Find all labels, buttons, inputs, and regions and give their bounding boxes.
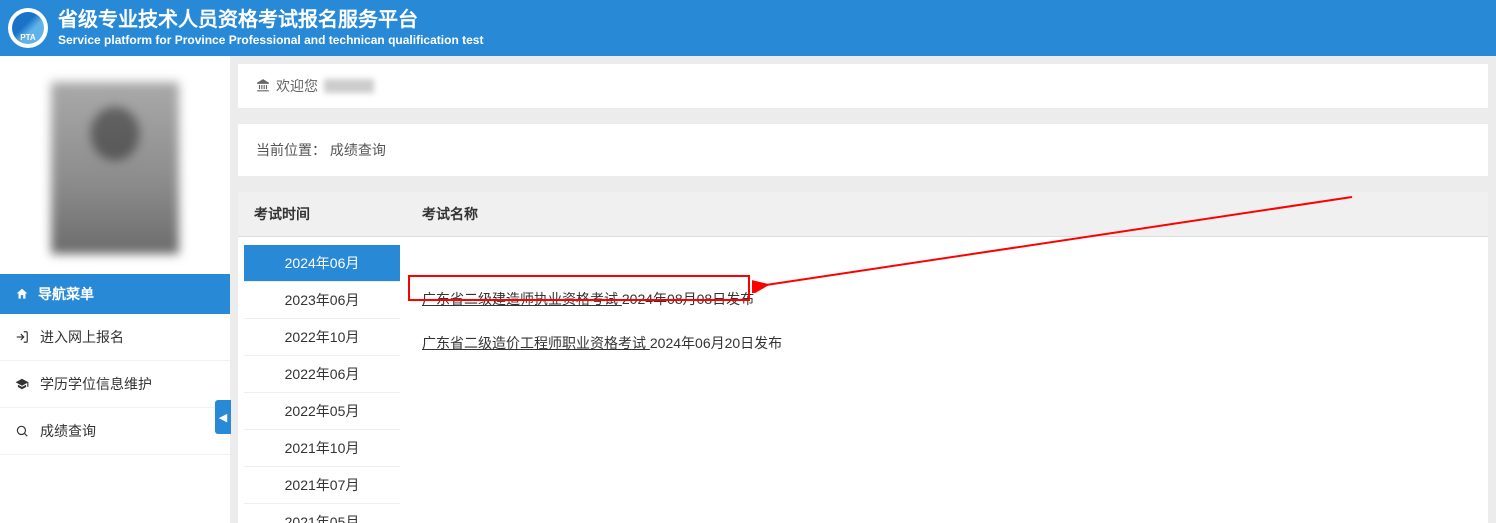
search-icon [14, 424, 30, 438]
sidebar-collapse-toggle[interactable]: ◀ [215, 400, 231, 434]
exam-row: 广东省二级建造师执业资格考试 2024年08月08日发布 [422, 283, 1472, 327]
exam-publish-date: 2024年08月08日发布 [622, 291, 754, 307]
time-item[interactable]: 2021年07月 [244, 467, 400, 504]
avatar [51, 82, 179, 254]
welcome-prefix: 欢迎您 [276, 76, 318, 96]
table-head: 考试时间 考试名称 [238, 192, 1488, 237]
home-icon [14, 287, 30, 301]
main-content: 欢迎您 当前位置： 成绩查询 考试时间 考试名称 2024年06月2023年06… [230, 56, 1496, 523]
time-item[interactable]: 2022年05月 [244, 393, 400, 430]
exam-list: 广东省二级建造师执业资格考试 2024年08月08日发布广东省二级造价工程师职业… [406, 237, 1488, 523]
time-item[interactable]: 2021年10月 [244, 430, 400, 467]
time-item[interactable]: 2022年10月 [244, 319, 400, 356]
exam-link[interactable]: 广东省二级建造师执业资格考试 [422, 291, 622, 307]
sidebar: 导航菜单 进入网上报名 学历学位信息维护 成绩查询 [0, 56, 230, 523]
time-item[interactable]: 2022年06月 [244, 356, 400, 393]
breadcrumb-current: 成绩查询 [330, 142, 386, 158]
nav-item-label: 进入网上报名 [40, 327, 124, 347]
breadcrumb: 当前位置： 成绩查询 [238, 124, 1488, 176]
avatar-wrap [0, 56, 230, 274]
bank-icon [256, 78, 270, 95]
header-title-main: 省级专业技术人员资格考试报名服务平台 [58, 8, 483, 32]
content-panel: 考试时间 考试名称 2024年06月2023年06月2022年10月2022年0… [238, 192, 1488, 523]
nav-header: 导航菜单 [0, 274, 230, 314]
cap-icon [14, 377, 30, 391]
exam-link[interactable]: 广东省二级造价工程师职业资格考试 [422, 335, 650, 351]
table-body: 2024年06月2023年06月2022年10月2022年06月2022年05月… [238, 237, 1488, 523]
exam-publish-date: 2024年06月20日发布 [650, 335, 782, 351]
login-icon [14, 330, 30, 344]
breadcrumb-label: 当前位置： [256, 142, 326, 158]
col-header-name: 考试名称 [406, 192, 1488, 236]
time-item[interactable]: 2021年05月 [244, 504, 400, 523]
time-item[interactable]: 2024年06月 [244, 245, 400, 282]
nav-item-signup[interactable]: 进入网上报名 [0, 314, 230, 361]
nav-header-label: 导航菜单 [38, 284, 94, 304]
chevron-left-icon: ◀ [219, 411, 227, 424]
header-banner: PTA 省级专业技术人员资格考试报名服务平台 Service platform … [0, 0, 1496, 56]
logo-icon: PTA [12, 12, 44, 44]
nav-item-label: 成绩查询 [40, 421, 96, 441]
time-list: 2024年06月2023年06月2022年10月2022年06月2022年05月… [238, 237, 406, 523]
welcome-bar: 欢迎您 [238, 64, 1488, 108]
exam-row: 广东省二级造价工程师职业资格考试 2024年06月20日发布 [422, 327, 1472, 371]
logo-badge: PTA [8, 8, 48, 48]
welcome-username-redacted [324, 79, 374, 93]
col-header-time: 考试时间 [238, 192, 406, 236]
time-item[interactable]: 2023年06月 [244, 282, 400, 319]
header-title-sub: Service platform for Province Profession… [58, 32, 483, 49]
nav-item-score-query[interactable]: 成绩查询 [0, 408, 230, 455]
nav-item-label: 学历学位信息维护 [40, 374, 152, 394]
header-titles: 省级专业技术人员资格考试报名服务平台 Service platform for … [58, 8, 483, 49]
nav-item-education[interactable]: 学历学位信息维护 [0, 361, 230, 408]
